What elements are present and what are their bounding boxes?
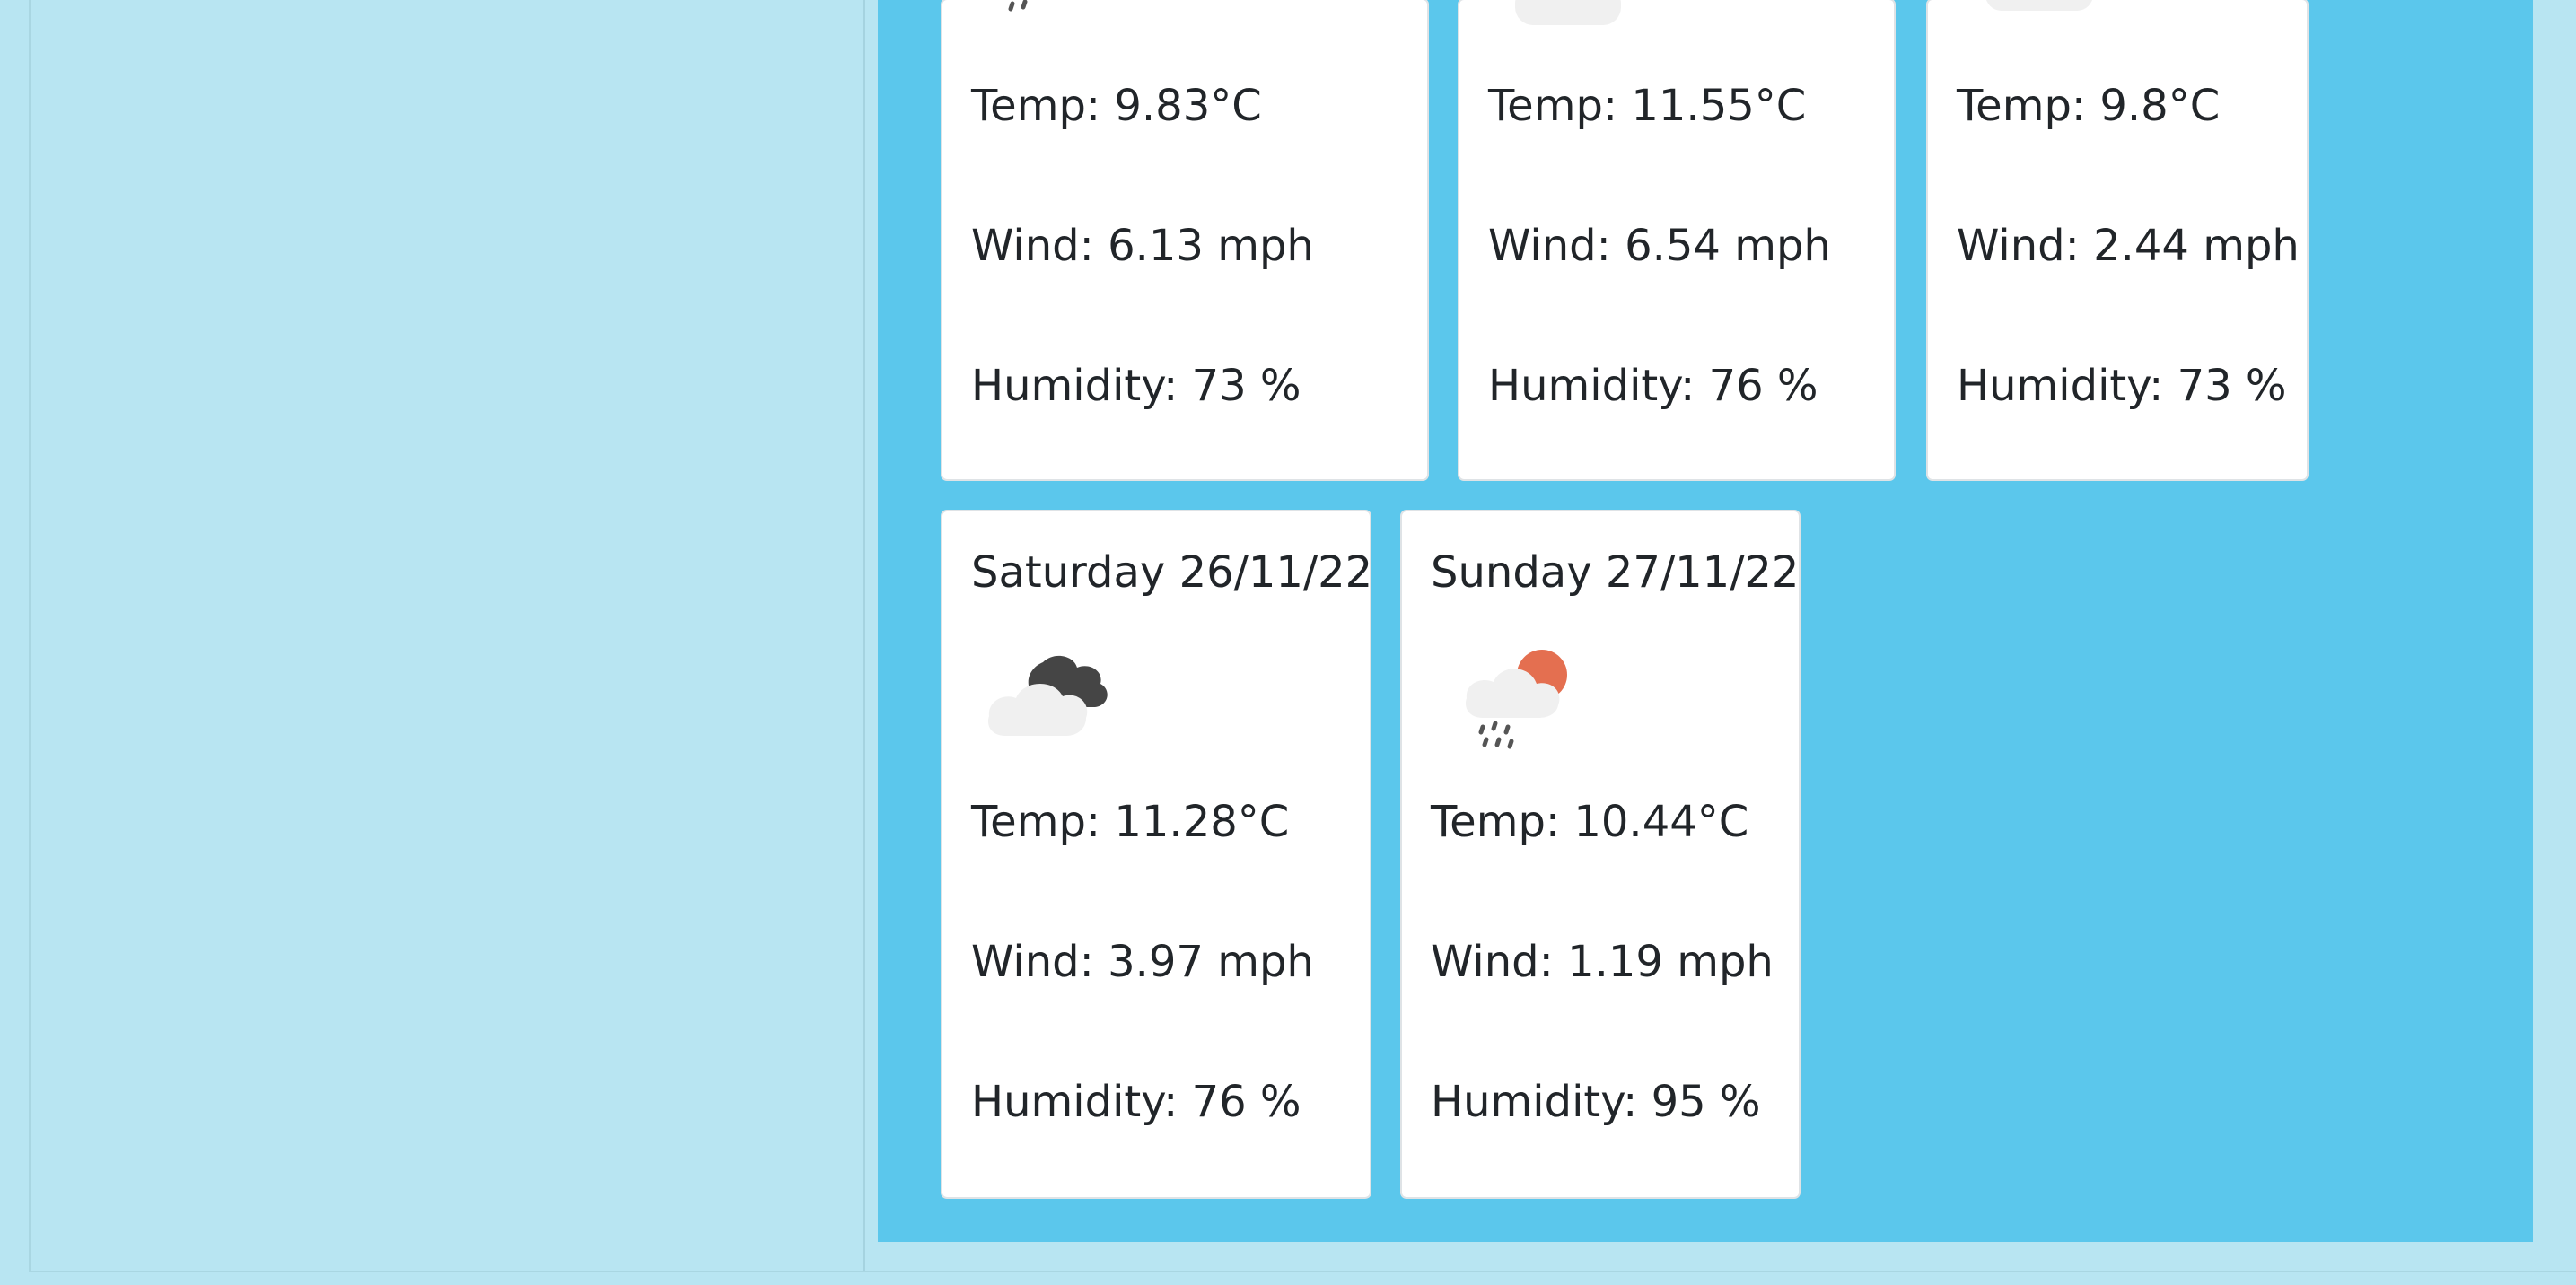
sidebar-panel bbox=[31, 0, 865, 1271]
partly-cloudy-icon bbox=[1515, 0, 1621, 25]
temperature-text: Temp: 9.83°C bbox=[971, 81, 1262, 131]
forecast-card-day-2: Temp: 11.55°C Wind: 6.54 mph Humidity: 7… bbox=[1458, 0, 1896, 481]
rain-cloud-icon bbox=[1008, 0, 1028, 12]
forecast-date: Sunday 27/11/22 bbox=[1431, 547, 1800, 598]
forecast-card-day-1: Temp: 9.83°C Wind: 6.13 mph Humidity: 73… bbox=[941, 0, 1429, 481]
forecast-date: Saturday 26/11/22 bbox=[971, 547, 1373, 598]
temperature-text: Temp: 9.8°C bbox=[1957, 81, 2221, 131]
humidity-text: Humidity: 76 % bbox=[971, 1077, 1301, 1127]
humidity-text: Humidity: 76 % bbox=[1488, 361, 1818, 411]
humidity-text: Humidity: 95 % bbox=[1431, 1077, 1761, 1127]
wind-speed-text: Wind: 1.19 mph bbox=[1431, 937, 1774, 987]
humidity-text: Humidity: 73 % bbox=[1957, 361, 2287, 411]
forecast-card-day-5: Sunday 27/11/22 Temp: 10.44°C Wind: 1.19… bbox=[1400, 510, 1801, 1199]
broken-clouds-icon bbox=[987, 655, 1108, 736]
wind-speed-text: Wind: 3.97 mph bbox=[971, 937, 1314, 987]
temperature-text: Temp: 11.55°C bbox=[1488, 81, 1807, 131]
forecast-card-day-4: Saturday 26/11/22 Temp: 11.28°C Wind: 3.… bbox=[941, 510, 1373, 1199]
cloud-icon bbox=[1986, 0, 2092, 11]
sun-rain-icon bbox=[1465, 650, 1567, 749]
wind-speed-text: Wind: 2.44 mph bbox=[1957, 221, 2300, 271]
temperature-text: Temp: 10.44°C bbox=[1431, 797, 1749, 847]
humidity-text: Humidity: 73 % bbox=[971, 361, 1301, 411]
forecast-card-day-3: Temp: 9.8°C Wind: 2.44 mph Humidity: 73 … bbox=[1926, 0, 2309, 481]
five-day-forecast-section: Temp: 9.83°C Wind: 6.13 mph Humidity: 73… bbox=[878, 0, 2533, 1242]
wind-speed-text: Wind: 6.13 mph bbox=[971, 221, 1314, 271]
temperature-text: Temp: 11.28°C bbox=[971, 797, 1290, 847]
wind-speed-text: Wind: 6.54 mph bbox=[1488, 221, 1831, 271]
